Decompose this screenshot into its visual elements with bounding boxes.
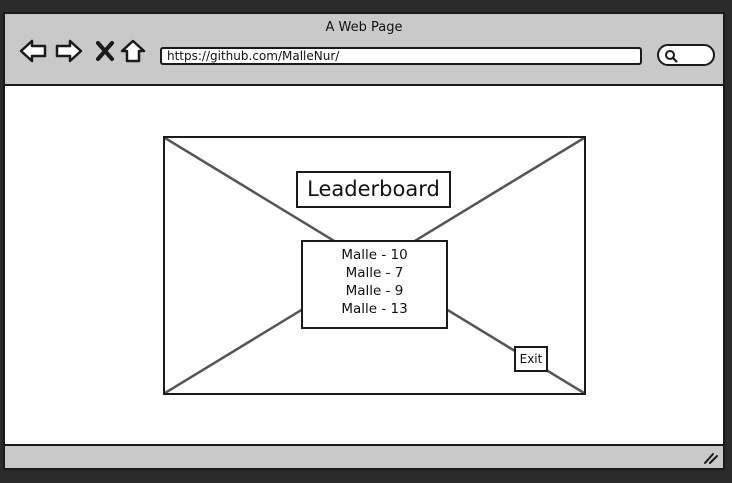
score-item: Malle - 7 bbox=[345, 265, 404, 281]
score-item: Malle - 13 bbox=[341, 301, 408, 317]
url-bar[interactable]: https://github.com/MalleNur/ bbox=[160, 47, 642, 65]
browser-toolbar: A Web Page https://github.com/MalleNur/ bbox=[5, 14, 723, 86]
leaderboard-panel: Leaderboard Malle - 10 Malle - 7 Malle -… bbox=[163, 136, 586, 395]
score-item: Malle - 9 bbox=[345, 283, 404, 299]
forward-arrow-icon[interactable] bbox=[55, 38, 83, 64]
exit-button[interactable]: Exit bbox=[514, 346, 548, 372]
search-icon bbox=[665, 50, 678, 63]
resize-grip-icon[interactable] bbox=[703, 451, 719, 465]
home-icon[interactable] bbox=[119, 38, 147, 64]
window-title: A Web Page bbox=[325, 20, 403, 35]
score-list: Malle - 10 Malle - 7 Malle - 9 Malle - 1… bbox=[301, 240, 448, 329]
close-x-icon[interactable] bbox=[91, 38, 119, 64]
browser-window: A Web Page https://github.com/MalleNur/ … bbox=[3, 12, 725, 470]
score-item: Malle - 10 bbox=[341, 247, 408, 263]
leaderboard-title: Leaderboard bbox=[296, 171, 451, 208]
status-bar bbox=[5, 444, 723, 468]
search-field[interactable] bbox=[657, 44, 715, 66]
back-arrow-icon[interactable] bbox=[19, 38, 47, 64]
page-content: Leaderboard Malle - 10 Malle - 7 Malle -… bbox=[5, 86, 723, 444]
